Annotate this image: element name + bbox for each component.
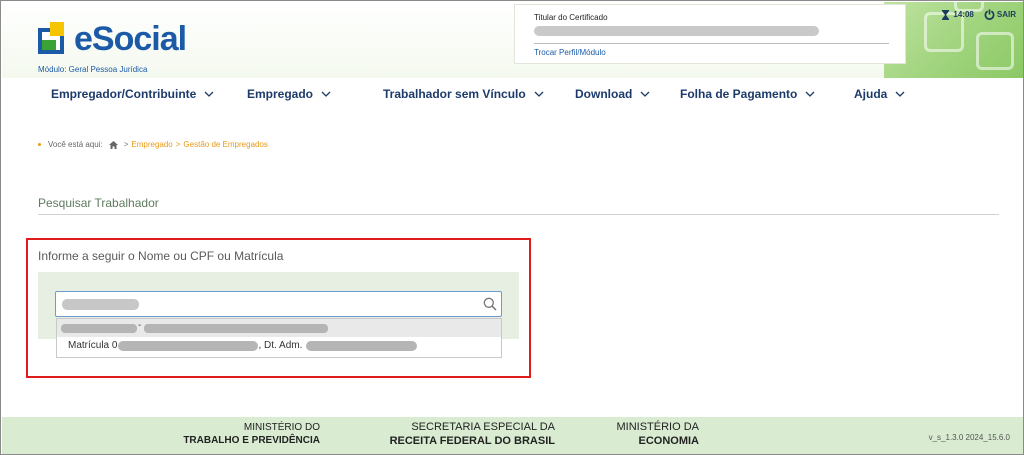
nav-label: Download — [575, 87, 633, 101]
footer-line: ECONOMIA — [638, 435, 700, 447]
nav-item-download[interactable]: Download — [575, 87, 650, 101]
nav-item-empregado[interactable]: Empregado — [247, 87, 331, 101]
chevron-down-icon — [895, 91, 905, 97]
breadcrumb-separator: > — [175, 140, 181, 149]
decoration-square — [976, 32, 1014, 70]
autocomplete-option-detail[interactable]: Matrícula 0 , Dt. Adm. — [68, 340, 418, 351]
logo-mark-icon — [38, 22, 72, 56]
breadcrumb-separator: > — [123, 140, 129, 149]
hourglass-icon — [942, 9, 950, 20]
nav-item-trabalhador-sem-vinculo[interactable]: Trabalhador sem Vínculo — [383, 87, 544, 101]
search-input[interactable] — [55, 291, 502, 317]
breadcrumb-bullet — [38, 143, 41, 146]
logout-label: SAIR — [996, 10, 1016, 19]
logo-text: eSocial — [74, 20, 187, 58]
option-detail-redacted — [144, 324, 328, 333]
main-nav: Empregador/Contribuinte Empregado Trabal… — [2, 79, 1023, 111]
admission-date-redacted — [306, 340, 418, 351]
nav-label: Empregado — [247, 87, 314, 101]
chevron-down-icon — [204, 91, 214, 97]
certificate-panel: Titular do Certificado Trocar Perfil/Mód… — [514, 4, 906, 64]
nav-item-ajuda[interactable]: Ajuda — [854, 87, 905, 101]
footer-line: MINISTÉRIO DA — [616, 421, 699, 433]
search-value-redacted — [62, 299, 139, 310]
certificate-divider — [534, 43, 889, 44]
matricula-redacted — [118, 340, 259, 351]
certificate-title: Titular do Certificado — [534, 13, 608, 22]
nav-label: Ajuda — [854, 87, 888, 101]
certificate-holder-redacted — [534, 26, 819, 36]
footer-line: RECEITA FEDERAL DO BRASIL — [389, 435, 555, 447]
version-label: v_s_1.3.0 2024_15.6.0 — [928, 433, 1010, 442]
nav-item-empregador[interactable]: Empregador/Contribuinte — [51, 87, 214, 101]
logout-button[interactable]: SAIR — [984, 9, 1016, 20]
breadcrumb: Você está aqui: > Empregado > Gestão de … — [38, 140, 268, 149]
footer-line: TRABALHO E PREVIDÊNCIA — [183, 435, 320, 446]
footer-receita-federal: SECRETARIA ESPECIAL DA RECEITA FEDERAL D… — [390, 421, 555, 448]
search-icon[interactable] — [483, 297, 497, 311]
nav-item-folha-de-pagamento[interactable]: Folha de Pagamento — [680, 87, 815, 101]
session-area: 14:08 SAIR — [942, 9, 1016, 20]
breadcrumb-item-empregado[interactable]: Empregado — [131, 140, 172, 149]
esocial-logo[interactable]: eSocial — [38, 20, 187, 58]
home-icon[interactable] — [108, 140, 118, 149]
footer-ministerio-trabalho: MINISTÉRIO DO TRABALHO E PREVIDÊNCIA — [183, 421, 320, 448]
breadcrumb-item-gestao[interactable]: Gestão de Empregados — [183, 140, 268, 149]
footer-ministerio-economia: MINISTÉRIO DA ECONOMIA — [616, 421, 699, 448]
module-label: Módulo: Geral Pessoa Jurídica — [38, 65, 148, 74]
footer-line: SECRETARIA ESPECIAL DA — [411, 421, 555, 433]
autocomplete-dropdown: - Matrícula 0 , Dt. Adm. — [56, 318, 502, 358]
chevron-down-icon — [640, 91, 650, 97]
breadcrumb-label: Você está aqui: — [48, 140, 103, 149]
footer: MINISTÉRIO DO TRABALHO E PREVIDÊNCIA SEC… — [2, 417, 1023, 454]
option-name-redacted — [61, 324, 137, 333]
autocomplete-option[interactable]: - — [57, 319, 501, 337]
nav-label: Trabalhador sem Vínculo — [383, 87, 526, 101]
page-title: Pesquisar Trabalhador — [38, 196, 159, 210]
search-instructions: Informe a seguir o Nome ou CPF ou Matríc… — [38, 249, 284, 263]
nav-label: Empregador/Contribuinte — [51, 87, 197, 101]
chevron-down-icon — [534, 91, 544, 97]
title-divider — [38, 214, 999, 215]
browser-frame: eSocial Módulo: Geral Pessoa Jurídica Ti… — [0, 0, 1024, 455]
matricula-label: Matrícula 0 — [68, 340, 118, 351]
chevron-down-icon — [321, 91, 331, 97]
power-icon — [984, 9, 995, 20]
nav-label: Folha de Pagamento — [680, 87, 798, 101]
header: eSocial Módulo: Geral Pessoa Jurídica Ti… — [2, 1, 1023, 78]
chevron-down-icon — [805, 91, 815, 97]
footer-line: MINISTÉRIO DO — [243, 422, 320, 433]
change-profile-link[interactable]: Trocar Perfil/Módulo — [534, 48, 606, 57]
option-dash: - — [138, 320, 142, 331]
admission-label: , Dt. Adm. — [258, 340, 303, 351]
session-time: 14:08 — [953, 10, 974, 19]
